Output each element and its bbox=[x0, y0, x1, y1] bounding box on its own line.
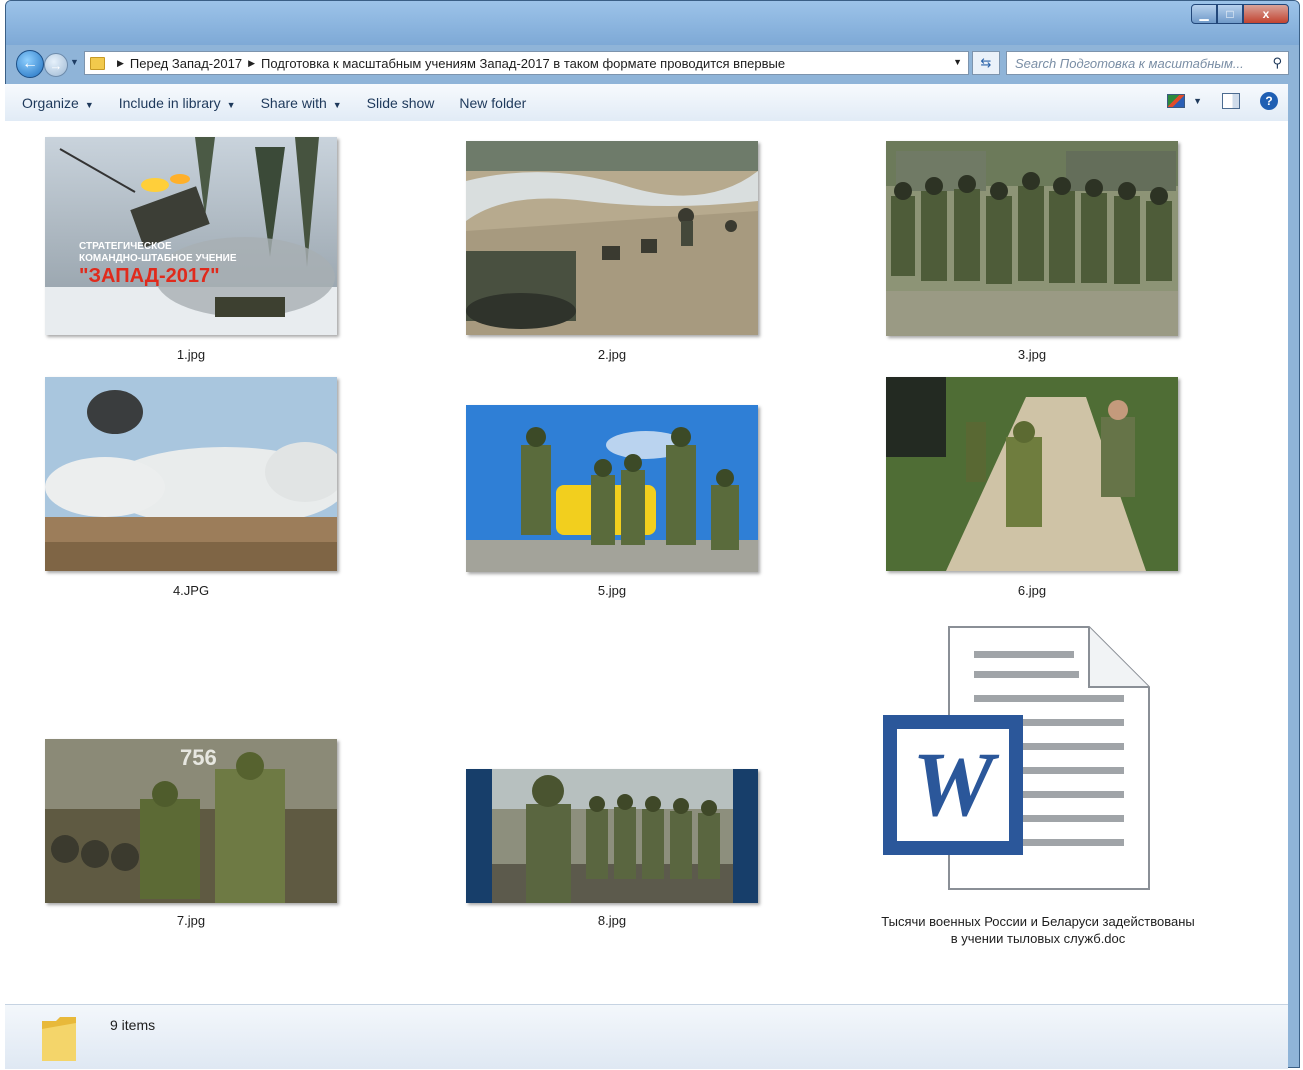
file-name[interactable]: 3.jpg bbox=[882, 347, 1182, 362]
search-input[interactable]: Search Подготовка к масштабным... ⚲ bbox=[1006, 51, 1289, 75]
file-name[interactable]: 2.jpg bbox=[462, 347, 762, 362]
details-pane: 9 items bbox=[5, 1004, 1288, 1069]
image-thumbnail[interactable]: 756 bbox=[45, 739, 337, 903]
share-with-button[interactable]: Share with ▼ bbox=[261, 95, 342, 111]
file-name[interactable]: 7.jpg bbox=[41, 913, 341, 928]
search-icon[interactable]: ⚲ bbox=[1272, 55, 1282, 71]
caption-buttons: ▁ □ x bbox=[1191, 4, 1289, 24]
thumbnail-caption-title: "ЗАПАД-2017" bbox=[79, 265, 220, 287]
breadcrumb-item[interactable]: Подготовка к масштабным учениям Запад-20… bbox=[261, 56, 785, 71]
include-in-library-button[interactable]: Include in library ▼ bbox=[119, 95, 236, 111]
chevron-down-icon: ▼ bbox=[84, 99, 94, 110]
address-bar[interactable]: ▶ Перед Запад-2017 ▶ Подготовка к масшта… bbox=[84, 51, 969, 75]
change-view-icon[interactable] bbox=[1167, 94, 1186, 108]
refresh-icon: ⇆ bbox=[980, 55, 992, 70]
title-bar[interactable]: ▁ □ x bbox=[6, 1, 1299, 45]
image-thumbnail[interactable] bbox=[466, 141, 758, 335]
image-thumbnail[interactable] bbox=[466, 405, 758, 572]
help-icon[interactable]: ? bbox=[1260, 92, 1278, 110]
chevron-down-icon: ▼ bbox=[332, 99, 342, 110]
svg-text:W: W bbox=[912, 733, 1000, 835]
breadcrumb-item[interactable]: Перед Запад-2017 bbox=[130, 56, 242, 71]
search-placeholder: Search Подготовка к масштабным... bbox=[1015, 55, 1244, 71]
folder-icon bbox=[90, 56, 105, 70]
item-count: 9 items bbox=[110, 1017, 156, 1033]
new-folder-label: New folder bbox=[459, 94, 527, 111]
file-name[interactable]: 6.jpg bbox=[882, 583, 1182, 598]
vehicle-number-label: 756 bbox=[180, 745, 217, 770]
refresh-button[interactable]: ⇆ bbox=[972, 51, 1000, 75]
include-in-library-label: Include in library bbox=[118, 94, 221, 111]
file-name[interactable]: 8.jpg bbox=[462, 913, 762, 928]
thumbnail-caption-line: КОМАНДНО-ШТАБНОЕ УЧЕНИЕ bbox=[79, 253, 237, 264]
preview-pane-icon[interactable] bbox=[1222, 93, 1240, 109]
organize-label: Organize bbox=[22, 94, 79, 111]
new-folder-button[interactable]: New folder bbox=[459, 95, 526, 111]
file-name[interactable]: Тысячи военных России и Беларуси задейст… bbox=[878, 913, 1198, 947]
address-row: ← → ▼ ▶ Перед Запад-2017 ▶ Подготовка к … bbox=[16, 48, 1289, 78]
chevron-down-icon: ▼ bbox=[226, 99, 236, 110]
back-arrow-icon: ← bbox=[22, 55, 38, 72]
minimize-button[interactable]: ▁ bbox=[1191, 4, 1217, 24]
share-with-label: Share with bbox=[260, 94, 327, 111]
file-list: СТРАТЕГИЧЕСКОЕ КОМАНДНО-ШТАБНОЕ УЧЕНИЕ "… bbox=[5, 121, 1288, 1004]
folder-icon bbox=[42, 1017, 76, 1061]
word-document-icon[interactable]: W bbox=[881, 623, 1151, 893]
close-button[interactable]: x bbox=[1243, 4, 1289, 24]
file-name[interactable]: 1.jpg bbox=[41, 347, 341, 362]
image-thumbnail[interactable] bbox=[466, 769, 758, 903]
image-thumbnail[interactable] bbox=[886, 377, 1178, 571]
view-options-dropdown[interactable]: ▼ bbox=[1193, 96, 1202, 106]
command-bar: Organize ▼ Include in library ▼ Share with… bbox=[5, 84, 1288, 122]
address-dropdown-icon[interactable]: ▼ bbox=[953, 57, 962, 67]
forward-arrow-icon: → bbox=[49, 57, 63, 73]
back-button[interactable]: ← bbox=[16, 50, 44, 78]
slide-show-label: Slide show bbox=[366, 94, 435, 111]
breadcrumb-separator-icon[interactable]: ▶ bbox=[117, 58, 124, 69]
maximize-button[interactable]: □ bbox=[1217, 4, 1243, 24]
image-thumbnail[interactable]: СТРАТЕГИЧЕСКОЕ КОМАНДНО-ШТАБНОЕ УЧЕНИЕ "… bbox=[45, 137, 337, 335]
organize-button[interactable]: Organize ▼ bbox=[22, 95, 94, 111]
thumbnail-caption-line: СТРАТЕГИЧЕСКОЕ bbox=[79, 241, 172, 252]
file-name[interactable]: 4.JPG bbox=[41, 583, 341, 598]
forward-button[interactable]: → bbox=[44, 53, 68, 77]
image-thumbnail[interactable] bbox=[45, 377, 337, 571]
slide-show-button[interactable]: Slide show bbox=[367, 95, 435, 111]
breadcrumb-separator-icon[interactable]: ▶ bbox=[248, 58, 255, 69]
toolbar-right: ▼ ? bbox=[1167, 92, 1278, 110]
recent-pages-dropdown[interactable]: ▼ bbox=[70, 57, 79, 67]
file-name[interactable]: 5.jpg bbox=[462, 583, 762, 598]
image-thumbnail[interactable] bbox=[886, 141, 1178, 336]
